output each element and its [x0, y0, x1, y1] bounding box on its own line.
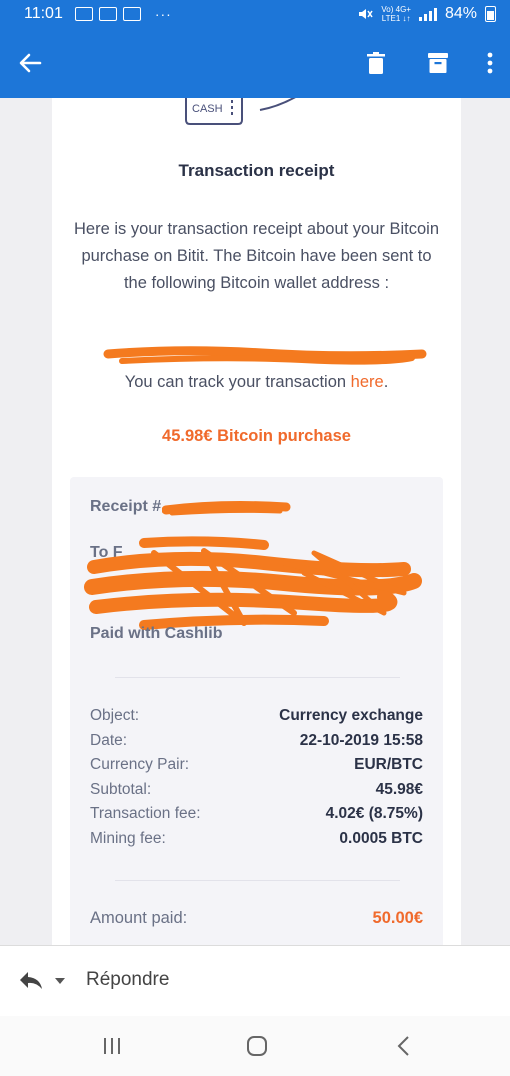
battery-percent: 84% — [444, 4, 477, 22]
network-type: Vo) 4G+ LTE1 ↓↑ — [381, 5, 411, 23]
redacted-recipient-details — [84, 536, 422, 630]
receipt-number-label: Receipt # — [90, 498, 162, 515]
detail-label: Object: — [90, 707, 140, 724]
mute-icon — [359, 8, 374, 19]
battery-icon — [485, 5, 496, 22]
purchase-amount-line: 45.98€ Bitcoin purchase — [162, 427, 351, 445]
status-time: 11:01 — [24, 4, 63, 22]
detail-value: 22-10-2019 15:58 — [299, 731, 423, 749]
track-here-link[interactable]: here — [351, 373, 384, 391]
email-body[interactable]: CASH Transaction receipt Here is your tr… — [0, 98, 510, 945]
message-notification-icon — [98, 6, 117, 21]
detail-value: 0.0005 BTC — [339, 829, 423, 847]
intro-text: Here is your transaction receipt about y… — [73, 220, 439, 292]
amount-paid-value: 50.00€ — [372, 909, 423, 927]
divider — [115, 677, 400, 678]
signal-icon — [418, 7, 437, 21]
more-options-icon[interactable] — [476, 49, 504, 77]
detail-value: EUR/BTC — [354, 756, 423, 774]
cash-logo-icon: CASH — [185, 98, 296, 125]
detail-row: Subtotal: 45.98€ — [90, 778, 423, 803]
detail-label: Mining fee: — [90, 829, 166, 847]
message-notification-icon — [122, 6, 141, 21]
detail-label: Date: — [90, 731, 128, 749]
detail-label: Subtotal: — [90, 780, 152, 798]
reply-button[interactable]: Répondre — [86, 969, 169, 991]
track-suffix: . — [383, 373, 389, 391]
detail-label: Currency Pair: — [90, 756, 190, 774]
detail-value: Currency exchange — [279, 707, 423, 724]
reply-bar: Répondre — [0, 945, 510, 1017]
message-notification-icon — [74, 6, 93, 21]
redacted-wallet-address — [103, 346, 427, 365]
detail-value: 45.98€ — [375, 780, 423, 798]
redacted-receipt-number — [162, 501, 291, 516]
payment-method: Paid with Cashlib — [90, 625, 223, 642]
email-title: Transaction receipt — [178, 161, 335, 180]
detail-value: 4.02€ (8.75%) — [325, 805, 423, 823]
recent-apps-icon[interactable] — [98, 1034, 126, 1058]
reply-options-caret-icon[interactable] — [54, 977, 66, 985]
home-icon[interactable] — [243, 1034, 271, 1058]
divider — [115, 880, 400, 881]
email-card: CASH Transaction receipt Here is your tr… — [52, 98, 461, 945]
detail-row: Currency Pair: EUR/BTC — [90, 753, 423, 778]
amount-paid-row: Amount paid: 50.00€ — [90, 909, 423, 928]
amount-paid-label: Amount paid: — [90, 909, 188, 927]
transaction-details: Object: Currency exchange Date: 22-10-20… — [90, 704, 423, 852]
app-bar — [0, 27, 510, 98]
detail-row: Object: Currency exchange — [90, 704, 423, 729]
status-bar: 11:01 ··· Vo) 4G+ LTE1 ↓↑ 84% — [0, 0, 510, 27]
back-nav-icon[interactable] — [390, 1034, 418, 1058]
detail-row: Date: 22-10-2019 15:58 — [90, 729, 423, 754]
system-navigation-bar — [0, 1016, 510, 1076]
more-notifications-icon: ··· — [154, 5, 172, 22]
detail-label: Transaction fee: — [90, 805, 201, 823]
receipt-box: Receipt # To F Paid with Cashlib Object:… — [70, 477, 443, 945]
detail-row: Mining fee: 0.0005 BTC — [90, 827, 423, 852]
network-bottom: LTE1 ↓↑ — [381, 13, 411, 23]
delete-icon[interactable] — [362, 49, 390, 77]
status-right: Vo) 4G+ LTE1 ↓↑ 84% — [357, 0, 496, 27]
detail-row: Transaction fee: 4.02€ (8.75%) — [90, 802, 423, 827]
notification-icons: ··· — [74, 5, 172, 22]
network-top: Vo) 4G+ — [381, 4, 411, 14]
back-arrow-icon[interactable] — [16, 49, 44, 77]
archive-icon[interactable] — [424, 49, 452, 77]
track-prefix: You can track your transaction — [124, 373, 351, 391]
cash-logo-text: CASH — [192, 103, 223, 115]
reply-arrow-icon[interactable] — [18, 970, 44, 992]
track-transaction-text: You can track your transaction here. — [52, 373, 461, 392]
